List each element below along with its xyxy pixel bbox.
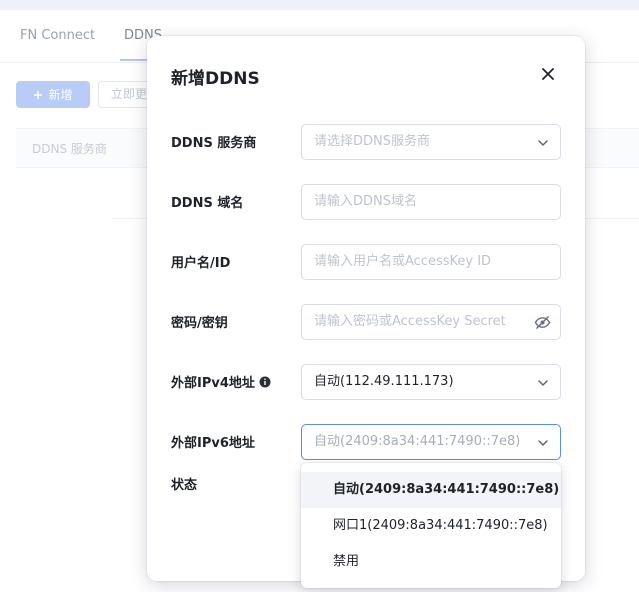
ipv4-label: 外部IPv4地址 (171, 372, 271, 391)
info-icon[interactable] (259, 376, 271, 388)
ipv6-dropdown-menu: 自动(2409:8a34:441:7490::7e8) 网口1(2409:8a3… (301, 463, 561, 588)
provider-select[interactable]: 请选择DDNS服务商 (301, 124, 561, 160)
eye-off-icon[interactable] (534, 315, 551, 330)
domain-input-placeholder: 请输入DDNS域名 (314, 194, 417, 209)
domain-input[interactable]: 请输入DDNS域名 (301, 184, 561, 220)
ipv6-option-disabled[interactable]: 禁用 (301, 544, 561, 580)
plus-icon (34, 90, 43, 99)
ipv6-select-value: 自动(2409:8a34:441:7490::7e8) (314, 434, 521, 449)
close-icon (542, 68, 554, 80)
chevron-down-icon (538, 380, 548, 386)
column-header-provider: DDNS 服务商 (32, 142, 107, 156)
add-ddns-button[interactable]: 新增 (16, 81, 90, 108)
username-label: 用户名/ID (171, 252, 230, 271)
add-ddns-button-label: 新增 (48, 88, 73, 102)
provider-label: DDNS 服务商 (171, 132, 256, 151)
ipv4-select-value: 自动(112.49.111.173) (314, 374, 454, 389)
ipv6-label-text: 外部IPv6地址 (171, 436, 255, 451)
status-label: 状态 (171, 474, 197, 493)
password-input-placeholder: 请输入密码或AccessKey Secret (314, 314, 506, 329)
refresh-now-button-label: 立即更 (111, 87, 148, 101)
ipv4-label-text: 外部IPv4地址 (171, 376, 255, 391)
ipv6-select[interactable]: 自动(2409:8a34:441:7490::7e8) (301, 424, 561, 460)
ipv4-select[interactable]: 自动(112.49.111.173) (301, 364, 561, 400)
chevron-down-icon (538, 140, 548, 146)
top-strip (0, 0, 639, 10)
provider-select-placeholder: 请选择DDNS服务商 (314, 134, 430, 149)
dialog-title: 新增DDNS (171, 69, 260, 89)
username-input[interactable]: 请输入用户名或AccessKey ID (301, 244, 561, 280)
password-label: 密码/密钥 (171, 312, 228, 331)
provider-label-text: DDNS 服务商 (171, 136, 257, 151)
ipv6-option-port1[interactable]: 网口1(2409:8a34:441:7490::7e8) (301, 508, 561, 544)
ipv6-label: 外部IPv6地址 (171, 432, 255, 451)
password-input[interactable]: 请输入密码或AccessKey Secret (301, 304, 561, 340)
domain-label: DDNS 域名 (171, 192, 243, 211)
chevron-down-icon (538, 440, 548, 446)
close-button[interactable] (538, 64, 558, 84)
status-label-text: 状态 (171, 478, 198, 493)
password-label-text: 密码/密钥 (171, 316, 228, 331)
username-input-placeholder: 请输入用户名或AccessKey ID (314, 254, 492, 269)
tab-fn-connect[interactable]: FN Connect (20, 28, 95, 43)
username-label-text: 用户名/ID (171, 256, 231, 271)
domain-label-text: DDNS 域名 (171, 196, 244, 211)
ipv6-option-auto[interactable]: 自动(2409:8a34:441:7490::7e8) (301, 472, 561, 508)
